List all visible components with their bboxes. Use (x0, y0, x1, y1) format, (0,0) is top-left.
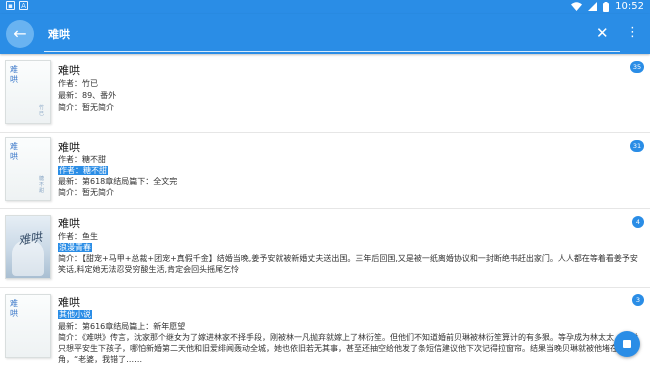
search-results-list[interactable]: 难哄 竹已 难哄 作者：竹已 最新：89、番外 简介：暂无简介 35 难哄 糖不… (0, 54, 650, 365)
cover-author: 竹已 (39, 105, 45, 117)
book-cover: 难哄 (5, 215, 51, 279)
cover-title: 难哄 (10, 65, 18, 84)
book-title: 难哄 (58, 141, 80, 154)
category-tag: 浪漫青春 (58, 243, 92, 252)
book-author-highlight: 作者：糖不甜 (58, 165, 108, 176)
result-item[interactable]: 难哄 糖不甜 难哄 作者：糖不甜 作者：糖不甜 最新：第618章结局篇下：全文完… (0, 133, 650, 208)
book-intro: 简介：暂无简介 (58, 188, 114, 197)
result-item[interactable]: 难哄 竹已 难哄 作者：竹已 最新：89、番外 简介：暂无简介 35 (0, 54, 650, 132)
book-intro: 简介：暂无简介 (58, 103, 114, 112)
status-left-icons: ▪ A (6, 1, 28, 10)
signal-icon (588, 2, 598, 11)
source-count-badge: 31 (630, 140, 644, 152)
search-toolbar: ← 难哄 ✕ ⋮ (0, 14, 650, 54)
arrow-back-icon: ← (13, 24, 27, 43)
book-cover: 难哄 (5, 294, 51, 358)
status-bar: ▪ A 10:52 (0, 0, 650, 14)
category-tag: 其他小说 (58, 310, 92, 319)
app-notification-icon: A (19, 1, 28, 10)
book-intro: 简介：《难哄》传言，沈家那个继女为了嫁进林家不择手段，刚被林一凡抛弃就嫁上了林衍… (58, 333, 638, 364)
search-input[interactable]: 难哄 (48, 26, 70, 42)
source-count-badge: 4 (632, 216, 644, 228)
back-button[interactable]: ← (6, 20, 34, 48)
book-title: 难哄 (58, 217, 80, 230)
book-cover: 难哄 糖不甜 (5, 137, 51, 201)
stop-square-icon (623, 340, 631, 348)
close-icon: ✕ (596, 24, 609, 42)
status-time: 10:52 (615, 1, 644, 12)
book-latest: 最新：第618章结局篇下：全文完 (58, 177, 178, 186)
source-count-badge: 3 (632, 294, 644, 306)
book-intro: 简介：【甜宠+马甲+总裁+团宠+真假千金】结婚当晚,姜予安就被新婚丈夫送出国。三… (58, 254, 638, 274)
book-title: 难哄 (58, 296, 80, 309)
more-vert-icon: ⋮ (626, 25, 639, 40)
status-right-icons: 10:52 (571, 1, 644, 12)
clear-search-button[interactable]: ✕ (596, 24, 609, 42)
book-cover: 难哄 竹已 (5, 60, 51, 124)
source-count-badge: 35 (630, 61, 644, 73)
book-author: 作者：鱼生 (58, 232, 98, 241)
book-author: 作者：竹已 (58, 79, 98, 88)
result-item[interactable]: 难哄 难哄 作者：鱼生 浪漫青春 简介：【甜宠+马甲+总裁+团宠+真假千金】结婚… (0, 209, 650, 287)
result-item[interactable]: 难哄 难哄 其他小说 最新：第616章结局篇上：新年愿望 简介：《难哄》传言，沈… (0, 288, 650, 365)
book-author: 作者：糖不甜 (58, 155, 106, 164)
search-underline (44, 51, 620, 52)
cover-author: 糖不甜 (39, 176, 45, 194)
more-options-button[interactable]: ⋮ (626, 24, 639, 42)
book-latest: 最新：89、番外 (58, 91, 117, 100)
image-notification-icon: ▪ (6, 1, 15, 10)
book-category: 其他小说 (58, 309, 92, 320)
cover-title: 难哄 (10, 299, 18, 318)
highlight-tag: 作者：糖不甜 (58, 166, 108, 175)
battery-icon (603, 1, 610, 12)
book-latest: 最新：第616章结局篇上：新年愿望 (58, 322, 186, 331)
stop-search-button[interactable] (614, 331, 640, 357)
book-category: 浪漫青春 (58, 242, 92, 253)
wifi-icon (571, 2, 583, 11)
book-title: 难哄 (58, 64, 80, 77)
cover-title: 难哄 (10, 142, 18, 161)
